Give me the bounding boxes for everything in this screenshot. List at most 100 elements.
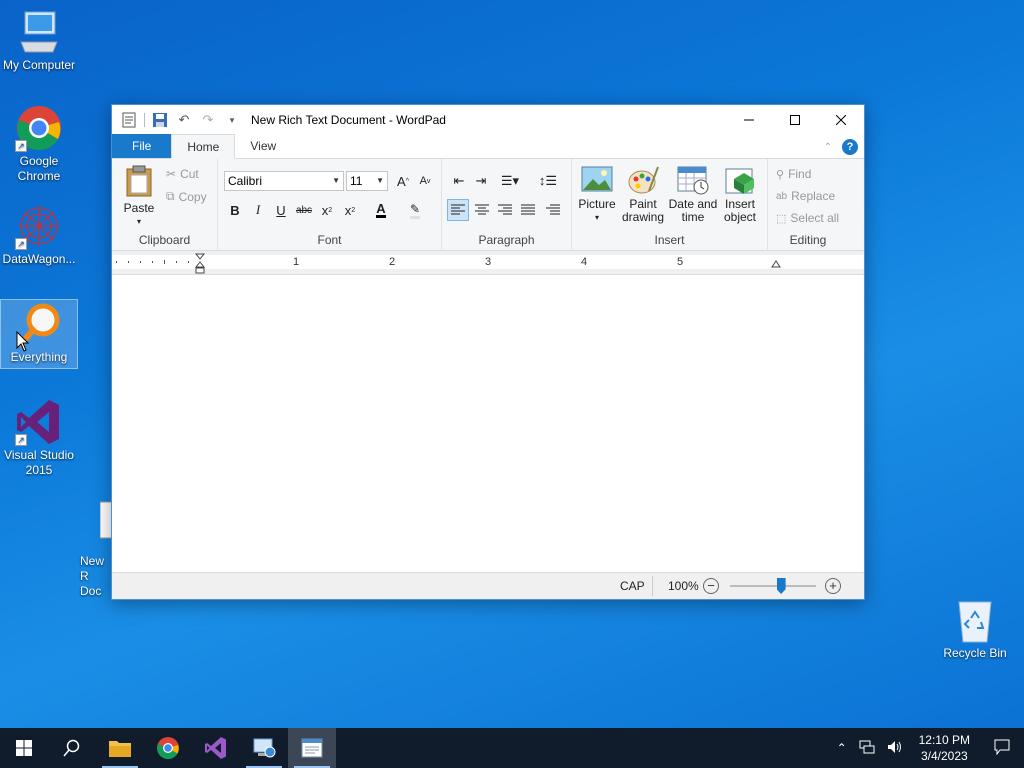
taskbar-file-explorer[interactable]	[96, 728, 144, 768]
document-editor[interactable]	[112, 276, 864, 572]
desktop-icon-datawagon[interactable]: ↗ DataWagon...	[1, 202, 77, 267]
zoom-level[interactable]: 100%	[668, 579, 699, 593]
align-right-button[interactable]	[494, 199, 516, 221]
bullets-button[interactable]: ☰▾	[496, 170, 524, 192]
minimize-button[interactable]	[726, 105, 772, 135]
volume-icon[interactable]	[881, 740, 909, 757]
save-icon[interactable]	[151, 111, 169, 129]
undo-icon[interactable]: ↶	[175, 111, 193, 129]
align-left-button[interactable]	[447, 199, 469, 221]
cut-button[interactable]: ✂ Cut	[166, 167, 199, 181]
paste-icon	[126, 165, 152, 197]
start-button[interactable]	[0, 728, 48, 768]
font-size-select[interactable]: 11 ▼	[346, 171, 388, 191]
zoom-in-button[interactable]: +	[825, 578, 841, 594]
ruler-number: 3	[485, 256, 492, 268]
minimize-ribbon-icon[interactable]: ⌃	[824, 142, 832, 153]
wordpad-app-icon[interactable]	[120, 111, 138, 129]
superscript-button[interactable]: x2	[339, 199, 361, 221]
paste-button[interactable]: Paste ▾	[120, 165, 158, 228]
folder-icon	[109, 741, 131, 757]
title-bar[interactable]: ↶ ↷ ▾ New Rich Text Document - WordPad	[112, 105, 864, 135]
text-color-button[interactable]: A	[366, 199, 396, 221]
shrink-font-button[interactable]: Av	[414, 170, 436, 192]
decrease-indent-button[interactable]: ⇤	[448, 170, 470, 192]
justify-icon	[521, 204, 535, 215]
find-label: Find	[788, 167, 812, 181]
subscript-button[interactable]: x2	[316, 199, 338, 221]
replace-icon: ab	[776, 190, 788, 202]
taskbar-visual-studio[interactable]	[192, 728, 240, 768]
desktop-icon-label: Recycle Bin	[943, 646, 1007, 660]
right-indent-marker[interactable]	[771, 260, 781, 270]
taskbar-remote-app[interactable]	[240, 728, 288, 768]
group-label-editing: Editing	[789, 233, 827, 247]
desktop-icon-my-computer[interactable]: My Computer	[1, 8, 77, 73]
underline-button[interactable]: U	[270, 199, 292, 221]
copy-button[interactable]: ⧉ Copy	[166, 189, 207, 204]
tab-home[interactable]: Home	[171, 134, 236, 159]
zoom-slider-thumb[interactable]	[776, 578, 786, 594]
tab-view[interactable]: View	[235, 134, 291, 158]
action-center-icon[interactable]	[980, 739, 1024, 758]
highlight-button[interactable]: ✎	[400, 199, 430, 221]
desktop-icon-google-chrome[interactable]: ↗ Google Chrome	[1, 104, 77, 184]
italic-button[interactable]: I	[247, 199, 269, 221]
bold-button[interactable]: B	[224, 199, 246, 221]
select-all-button[interactable]: ⬚ Select all	[776, 211, 839, 225]
date-time-button[interactable]: Date and time	[668, 165, 718, 224]
zoom-slider-track[interactable]	[730, 585, 816, 587]
find-button[interactable]: ⚲ Find	[776, 167, 811, 181]
taskbar-wordpad[interactable]	[288, 728, 336, 768]
justify-button[interactable]	[517, 199, 539, 221]
insert-picture-button[interactable]: Picture ▾	[576, 165, 618, 224]
insert-object-button[interactable]: Insert object	[720, 165, 760, 224]
maximize-button[interactable]	[772, 105, 818, 135]
datetime-label-line2: time	[681, 210, 705, 224]
desktop-icon-visual-studio[interactable]: ↗ Visual Studio 2015	[1, 398, 77, 478]
desktop-icon-new-document[interactable]: New R Doc	[72, 500, 112, 599]
paint-drawing-button[interactable]: Paint drawing	[620, 165, 666, 224]
taskbar-chrome[interactable]	[144, 728, 192, 768]
increase-indent-button[interactable]: ⇥	[470, 170, 492, 192]
wordpad-window[interactable]: ↶ ↷ ▾ New Rich Text Document - WordPad F…	[111, 104, 865, 600]
ribbon-right-controls: ⌃ ?	[824, 139, 858, 155]
replace-button[interactable]: ab Replace	[776, 189, 835, 203]
redo-icon[interactable]: ↷	[199, 111, 217, 129]
object-icon	[725, 168, 754, 194]
binoculars-icon: ⚲	[776, 168, 785, 181]
chevron-down-icon: ▼	[376, 176, 384, 185]
zoom-out-button[interactable]: −	[703, 578, 719, 594]
left-indent-marker[interactable]	[195, 253, 205, 275]
close-button[interactable]	[818, 105, 864, 135]
font-family-select[interactable]: Calibri ▼	[224, 171, 344, 191]
paint-label-line2: drawing	[621, 210, 665, 224]
desktop-icon-label: Google Chrome	[17, 154, 61, 183]
search-button[interactable]	[48, 728, 96, 768]
chrome-icon: ↗	[15, 104, 63, 152]
grow-font-button[interactable]: A ^	[392, 170, 414, 192]
desktop-icon-everything[interactable]: Everything	[0, 299, 78, 369]
group-label-paragraph: Paragraph	[478, 233, 535, 247]
show-hidden-icons-chevron-icon[interactable]: ⌃	[831, 741, 853, 755]
clock-time: 12:10 PM	[918, 733, 970, 747]
strikethrough-button[interactable]: abc	[293, 199, 315, 221]
desktop-icon-recycle-bin[interactable]: Recycle Bin	[937, 596, 1013, 661]
help-icon[interactable]: ?	[842, 139, 858, 155]
customize-qat-icon[interactable]: ▾	[223, 111, 241, 129]
picture-dropdown-icon[interactable]: ▾	[576, 211, 618, 224]
mouse-cursor-icon	[16, 331, 30, 352]
paragraph-settings-button[interactable]	[542, 199, 564, 221]
align-center-button[interactable]	[471, 199, 493, 221]
ruler[interactable]: 1 2 3 4 5	[112, 251, 864, 275]
tab-file[interactable]: File	[112, 134, 172, 158]
text-color-icon: A	[376, 200, 386, 218]
copy-label: Copy	[178, 189, 207, 204]
clock[interactable]: 12:10 PM 3/4/2023	[909, 732, 980, 764]
group-label-insert: Insert	[654, 233, 685, 247]
paste-dropdown-icon[interactable]: ▾	[120, 215, 158, 228]
insert-group: Picture ▾ Paint drawing Date and time In…	[572, 159, 768, 251]
network-icon[interactable]	[853, 740, 881, 757]
status-divider	[652, 576, 653, 596]
line-spacing-button[interactable]: ↕☰	[534, 170, 562, 192]
